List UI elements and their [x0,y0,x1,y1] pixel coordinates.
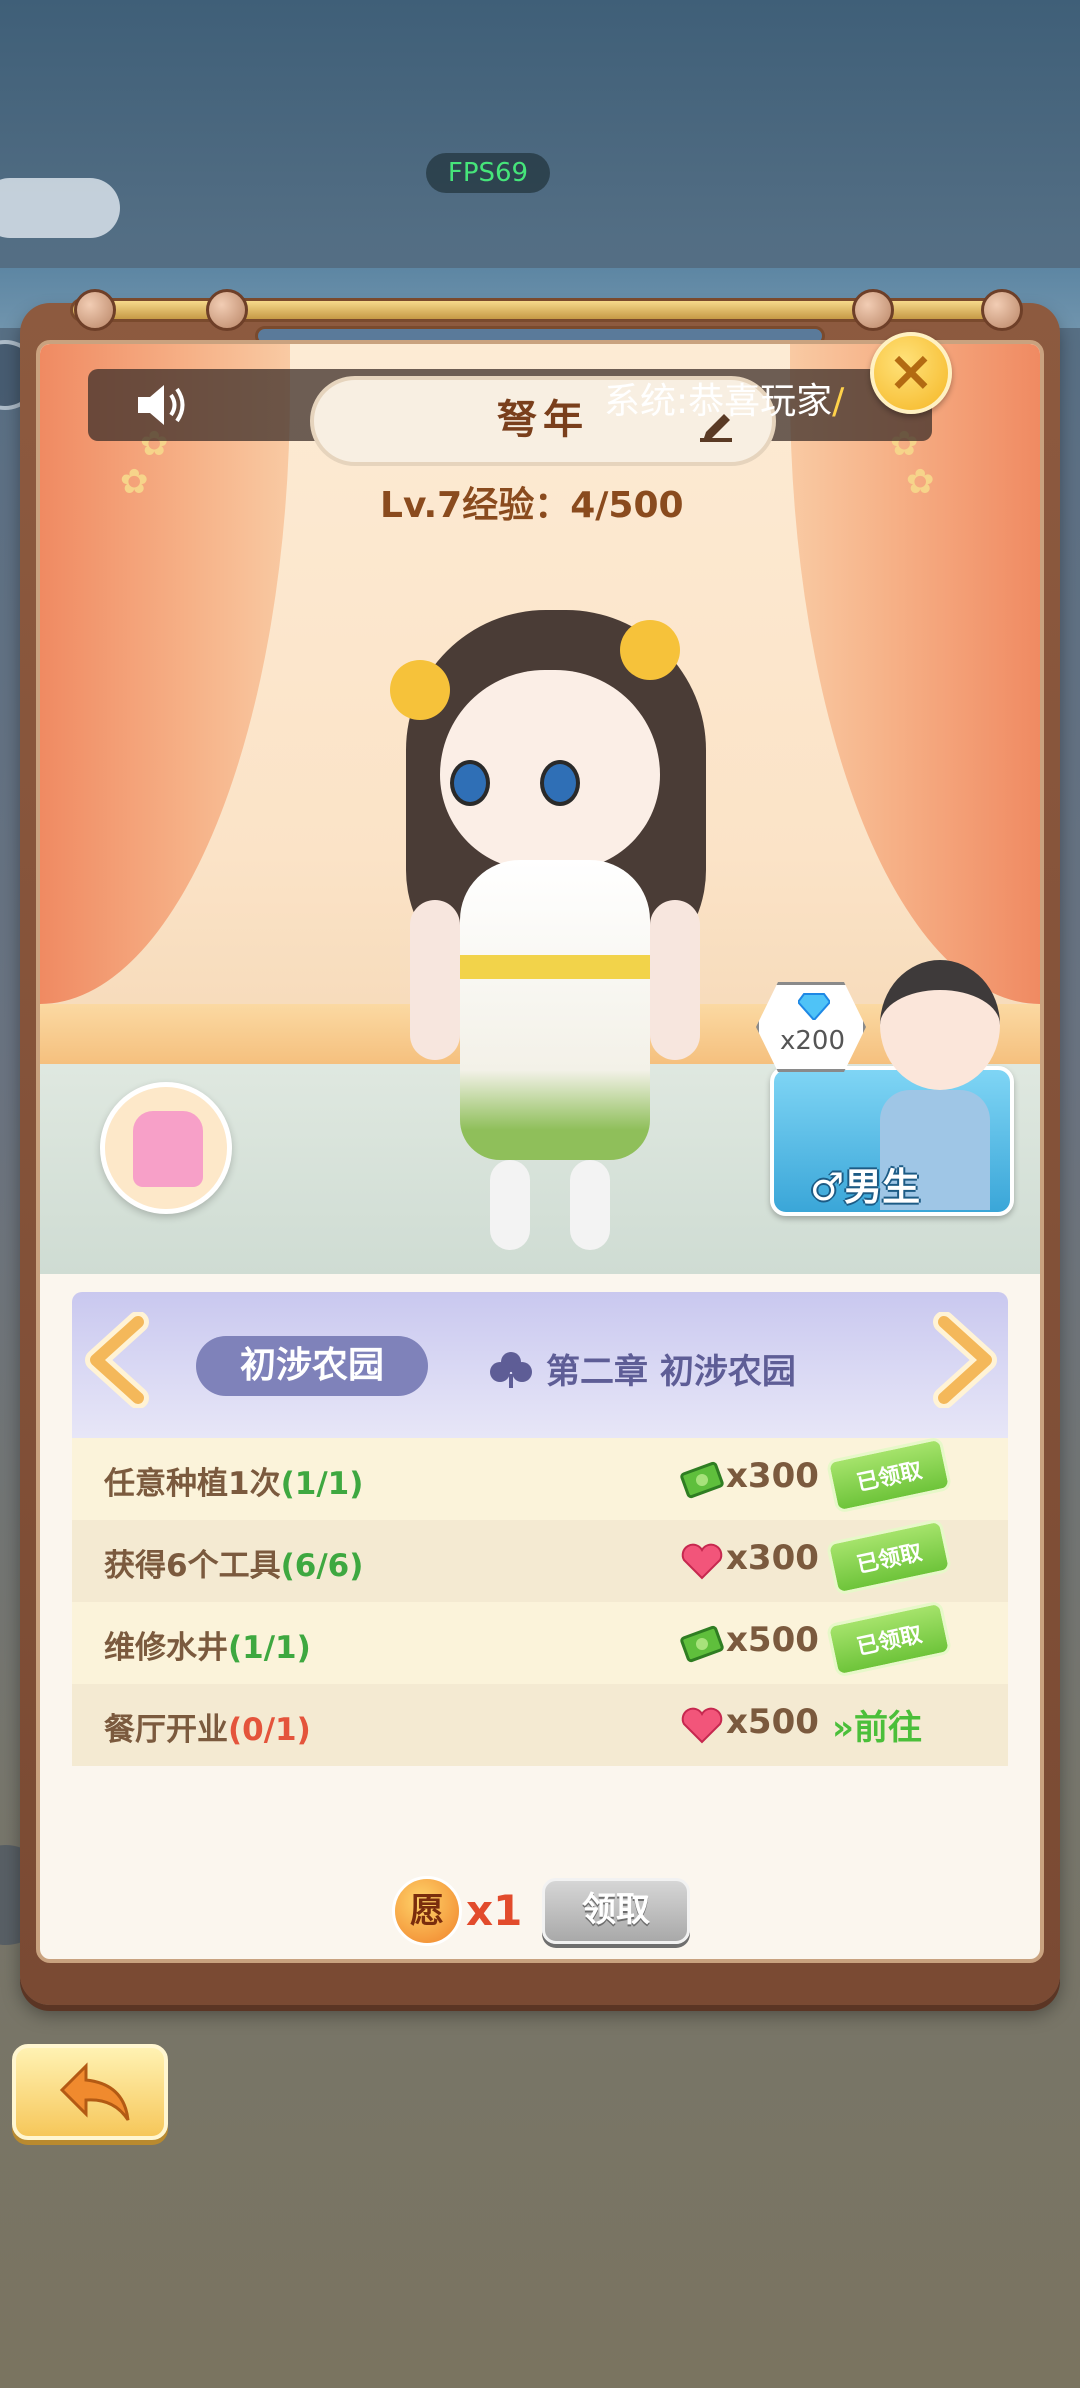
chevron-left-icon[interactable] [82,1312,152,1408]
wardrobe-button[interactable] [100,1082,232,1214]
hair-flower-icon [620,620,680,680]
reward-amount: x500 [726,1702,819,1742]
rod-knob [206,289,248,331]
task-row: 任意种植1次(1/1) x300 已领取 [72,1436,1008,1520]
task-name: 获得6个工具(6/6) [104,1548,364,1584]
task-row: 餐厅开业(0/1) x500 »前往 [72,1684,1008,1766]
level-experience: Lv.7经验：4/500 [380,485,684,526]
character-dress [460,860,650,1160]
dress-icon [133,1111,203,1187]
task-name: 维修水井(1/1) [104,1630,311,1666]
cloud [0,178,120,238]
heart-icon [681,1543,723,1580]
speaker-icon[interactable] [134,381,190,429]
chevron-right-icon[interactable] [930,1312,1000,1408]
character-sash [460,955,650,979]
rod-knob [981,289,1023,331]
claimed-stamp: 已领取 [825,1600,953,1678]
claimed-stamp: 已领取 [825,1436,953,1514]
character-leg [570,1160,610,1250]
male-character-head [880,960,1000,1090]
character-leg [490,1160,530,1250]
close-button[interactable]: × [870,332,952,414]
back-button[interactable] [12,2044,168,2140]
claimed-stamp: 已领取 [825,1518,953,1596]
rod-knob [852,289,894,331]
flower-decoration-icon: ✿ [120,462,149,502]
wish-token-icon: 愿 [392,1876,462,1946]
claim-button[interactable]: 领取 [542,1878,690,1944]
flower-decoration-icon: ✿ [906,462,935,502]
hair-flower-icon [390,660,450,720]
task-name: 餐厅开业(0/1) [104,1712,311,1748]
double-chevron-icon: » [832,1708,854,1748]
reward-amount: x300 [726,1538,819,1578]
diamond-icon [798,993,830,1020]
goto-button[interactable]: »前往 [832,1700,972,1750]
back-arrow-icon [59,2062,130,2121]
task-row: 维修水井(1/1) x500 已领取 [72,1600,1008,1684]
reward-amount: x500 [726,1620,819,1660]
character-eye [450,760,490,806]
chapter-title: 第二章 初涉农园 [546,1352,796,1392]
male-switch-label[interactable]: ♂男生 [810,1156,920,1211]
wish-count: x1 [466,1886,523,1935]
heart-icon [681,1707,723,1744]
reward-amount: x300 [726,1456,819,1496]
chapter-tag: 初涉农园 [196,1336,428,1396]
cash-icon [680,1461,724,1499]
task-name: 任意种植1次(1/1) [104,1466,364,1502]
fps-counter: FPS69 [426,153,550,193]
cash-icon [680,1625,724,1663]
character-eye [540,760,580,806]
clover-icon [490,1352,532,1388]
gem-cost: x200 [780,1026,846,1056]
task-row: 获得6个工具(6/6) x300 已领取 [72,1518,1008,1602]
rod-knob [74,289,116,331]
system-message: 系统:恭喜玩家/ [604,381,845,422]
female-character-avatar [390,560,730,1260]
character-arm [650,900,700,1060]
character-arm [410,900,460,1060]
